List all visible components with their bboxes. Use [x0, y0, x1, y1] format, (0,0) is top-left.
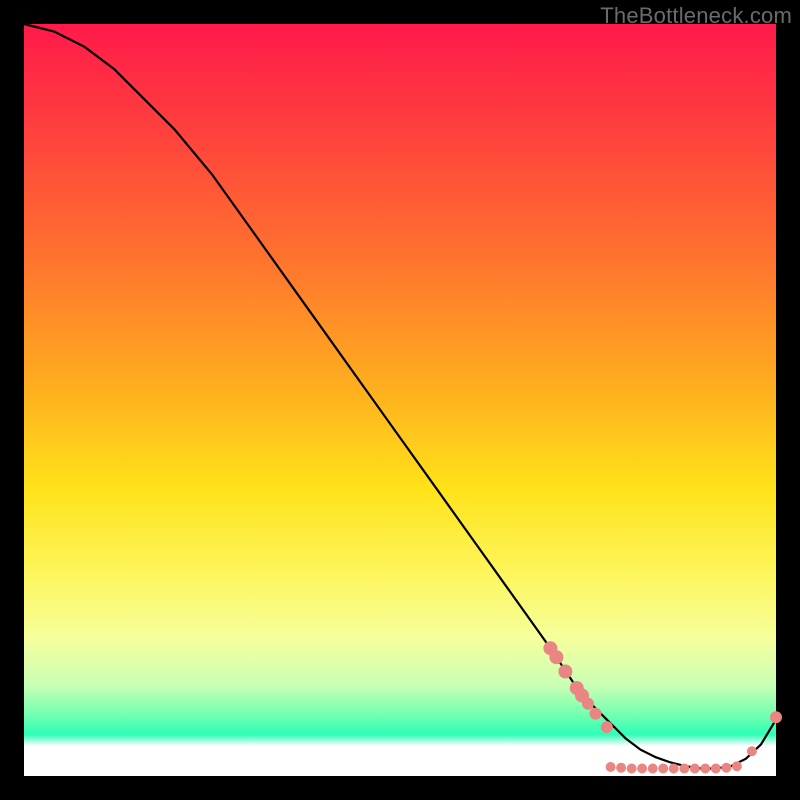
curve-markers — [543, 641, 782, 773]
curve-marker — [679, 764, 689, 774]
curve-marker — [658, 764, 668, 774]
plot-area — [24, 24, 776, 776]
curve-marker — [637, 764, 647, 774]
curve-marker — [690, 764, 700, 774]
curve-marker — [747, 746, 757, 756]
curve-marker — [582, 698, 594, 710]
curve-marker — [601, 721, 613, 733]
curve-marker — [700, 764, 710, 774]
curve-marker — [606, 762, 616, 772]
curve-marker — [616, 763, 626, 773]
curve-svg — [24, 24, 776, 776]
chart-stage: TheBottleneck.com — [0, 0, 800, 800]
curve-marker — [669, 764, 679, 774]
curve-marker — [627, 764, 637, 774]
curve-marker — [558, 665, 572, 679]
curve-marker — [732, 761, 742, 771]
curve-marker — [711, 764, 721, 774]
curve-marker — [549, 650, 563, 664]
bottleneck-curve-line — [24, 24, 776, 769]
curve-marker — [590, 708, 602, 720]
curve-marker — [648, 764, 658, 774]
curve-marker — [770, 711, 782, 723]
curve-marker — [721, 763, 731, 773]
